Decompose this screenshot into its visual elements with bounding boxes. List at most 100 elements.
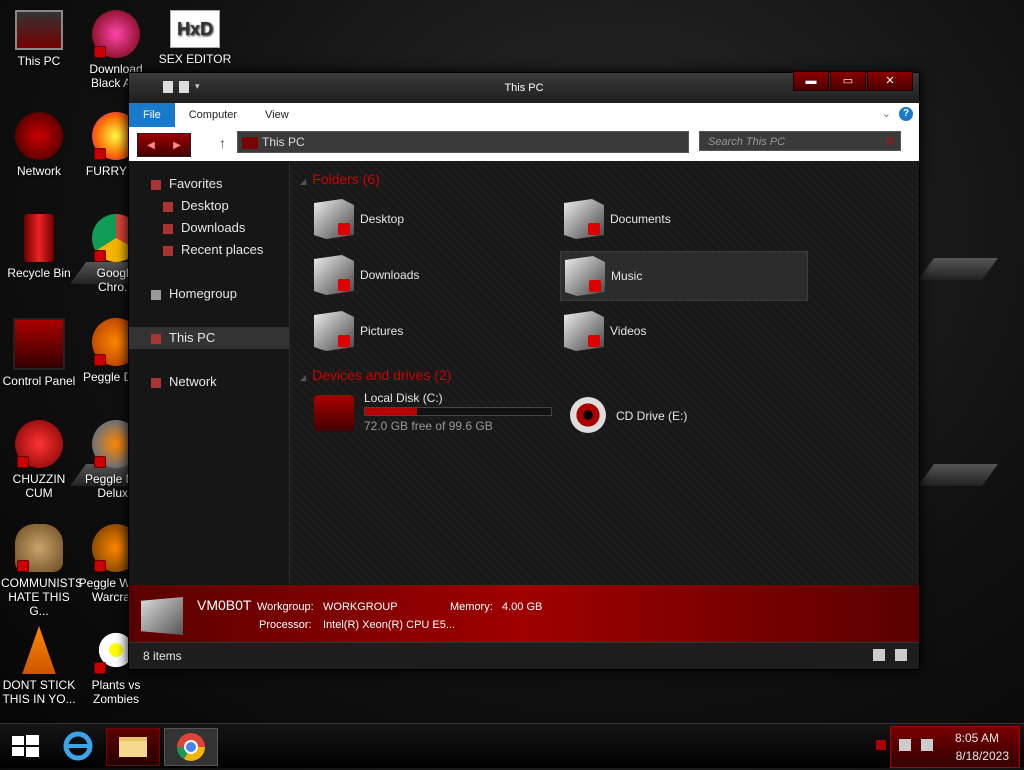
hxd-editor-icon: HxD [170, 10, 220, 48]
help-icon[interactable]: ? [899, 107, 913, 121]
clock-time: 8:05 AM [954, 731, 999, 745]
downloads-folder-icon [314, 255, 354, 295]
folder-tile-music[interactable]: Music [560, 251, 808, 301]
folder-tile-documents[interactable]: Documents [560, 195, 806, 243]
desktop-icon-communists[interactable]: COMMUNISTS HATE THIS G... [1, 524, 83, 618]
pc-icon [151, 333, 161, 344]
internet-explorer-icon [63, 731, 93, 761]
downloads-icon [163, 223, 173, 234]
network-icon [151, 377, 161, 388]
explorer-window[interactable]: ▾ This PC ▬ ▭ ✕ File Computer View ⌄ ? ◀… [128, 71, 920, 670]
computer-icon [141, 597, 183, 635]
address-bar[interactable]: This PC [237, 131, 689, 153]
nav-item-favorites[interactable]: Favorites [129, 173, 289, 195]
folder-tile-desktop[interactable]: Desktop [310, 195, 556, 243]
nav-item-this-pc[interactable]: This PC [129, 327, 289, 349]
back-arrow-icon[interactable]: ◀ [147, 140, 155, 151]
desktop-folder-icon [314, 199, 354, 239]
taskbar-file-explorer[interactable] [106, 728, 160, 766]
workgroup-label: Workgroup: [257, 601, 314, 613]
monitor-icon [15, 10, 63, 50]
drive-tile-cd[interactable]: CD Drive (E:) [566, 393, 706, 441]
nav-item-downloads[interactable]: Downloads [129, 217, 289, 239]
processor-label: Processor: [259, 619, 312, 631]
videos-folder-icon [564, 311, 604, 351]
tray-chevron-icon[interactable] [876, 740, 886, 750]
address-row: ◀ ▶ ↑ This PC Search This PC ⚲ [129, 127, 919, 161]
tab-view[interactable]: View [251, 103, 303, 127]
memory-value: 4.00 GB [502, 601, 543, 613]
nav-item-network[interactable]: Network [129, 371, 289, 393]
music-folder-icon [565, 256, 605, 296]
desktop-icon-dont-stick[interactable]: DONT STICK THIS IN YO... [1, 626, 77, 706]
money-bag-icon [15, 524, 63, 572]
close-button[interactable]: ✕ [867, 71, 913, 91]
tab-computer[interactable]: Computer [175, 103, 251, 127]
nav-item-recent-places[interactable]: Recent places [129, 239, 289, 261]
content-pane: ◢ Folders (6) Desktop Documents Downloads… [290, 161, 919, 585]
clock-date: 8/18/2023 [955, 749, 1009, 763]
search-icon[interactable]: ⚲ [886, 132, 894, 152]
title-bar[interactable]: ▾ This PC ▬ ▭ ✕ [129, 71, 919, 103]
network-icon [15, 112, 63, 160]
large-icons-view-icon[interactable] [895, 649, 907, 661]
tab-file[interactable]: File [129, 103, 175, 127]
taskbar-internet-explorer[interactable] [52, 728, 104, 764]
windows-logo-icon [12, 735, 39, 757]
ribbon-tabs: File Computer View ⌄ ? [129, 103, 919, 127]
drive-tile-local-disk[interactable]: Local Disk (C:) 72.0 GB free of 99.6 GB [310, 389, 556, 441]
download-icon [92, 10, 140, 58]
navigation-pane: Favorites Desktop Downloads Recent place… [129, 161, 290, 585]
desktop-icon-network[interactable]: Network [1, 112, 77, 178]
start-button[interactable] [0, 728, 52, 764]
control-panel-icon [13, 318, 65, 370]
details-view-icon[interactable] [873, 649, 885, 661]
folder-icon [119, 737, 147, 757]
collapse-icon: ◢ [300, 373, 307, 382]
desktop-icon-recycle-bin[interactable]: Recycle Bin [1, 214, 77, 280]
clock[interactable]: 8:05 AM 8/18/2023 [890, 726, 1020, 768]
volume-icon[interactable] [921, 739, 933, 751]
folder-tile-pictures[interactable]: Pictures [310, 307, 556, 355]
desktop-icon-control-panel[interactable]: Control Panel [1, 318, 77, 388]
cd-drive-icon [570, 397, 606, 433]
memory-label: Memory: [450, 601, 493, 613]
minimize-button[interactable]: ▬ [793, 71, 829, 91]
back-forward-buttons[interactable]: ◀ ▶ [137, 133, 191, 157]
hard-drive-icon [314, 395, 354, 431]
details-pane: VM0B0T Workgroup: WORKGROUP Memory: 4.00… [129, 585, 919, 643]
expand-ribbon-icon[interactable]: ⌄ [882, 107, 891, 120]
folder-tile-videos[interactable]: Videos [560, 307, 806, 355]
desktop-icon-sex-editor[interactable]: HxD SEX EDITOR [157, 10, 233, 66]
pictures-folder-icon [314, 311, 354, 351]
star-icon [151, 179, 161, 190]
drive-usage-fill [365, 408, 417, 415]
vlc-cone-icon [22, 626, 56, 674]
drives-group-header[interactable]: ◢ Devices and drives (2) [300, 367, 451, 383]
desktop-icon [163, 201, 173, 212]
window-controls: ▬ ▭ ✕ [792, 71, 913, 91]
nav-item-desktop[interactable]: Desktop [129, 195, 289, 217]
taskbar: 8:05 AM 8/18/2023 [0, 723, 1024, 768]
taskbar-chrome[interactable] [164, 728, 218, 766]
workgroup-value: WORKGROUP [323, 601, 398, 613]
folders-group-header[interactable]: ◢ Folders (6) [300, 171, 380, 187]
search-input[interactable]: Search This PC ⚲ [699, 131, 901, 151]
chuzzle-icon [15, 420, 63, 468]
collapse-icon: ◢ [300, 177, 307, 186]
documents-folder-icon [564, 199, 604, 239]
forward-arrow-icon[interactable]: ▶ [173, 140, 181, 151]
maximize-button[interactable]: ▭ [830, 71, 866, 91]
up-arrow-icon[interactable]: ↑ [219, 135, 226, 151]
homegroup-icon [151, 289, 161, 300]
address-text: This PC [262, 135, 305, 149]
drive-usage-bar [364, 407, 552, 416]
folder-tile-downloads[interactable]: Downloads [310, 251, 556, 299]
desktop-icon-chuzzin[interactable]: CHUZZIN CUM [1, 420, 77, 500]
network-tray-icon[interactable] [899, 739, 911, 751]
desktop-icon-this-pc[interactable]: This PC [1, 10, 77, 68]
nav-item-homegroup[interactable]: Homegroup [129, 283, 289, 305]
decor-bar [918, 464, 998, 486]
